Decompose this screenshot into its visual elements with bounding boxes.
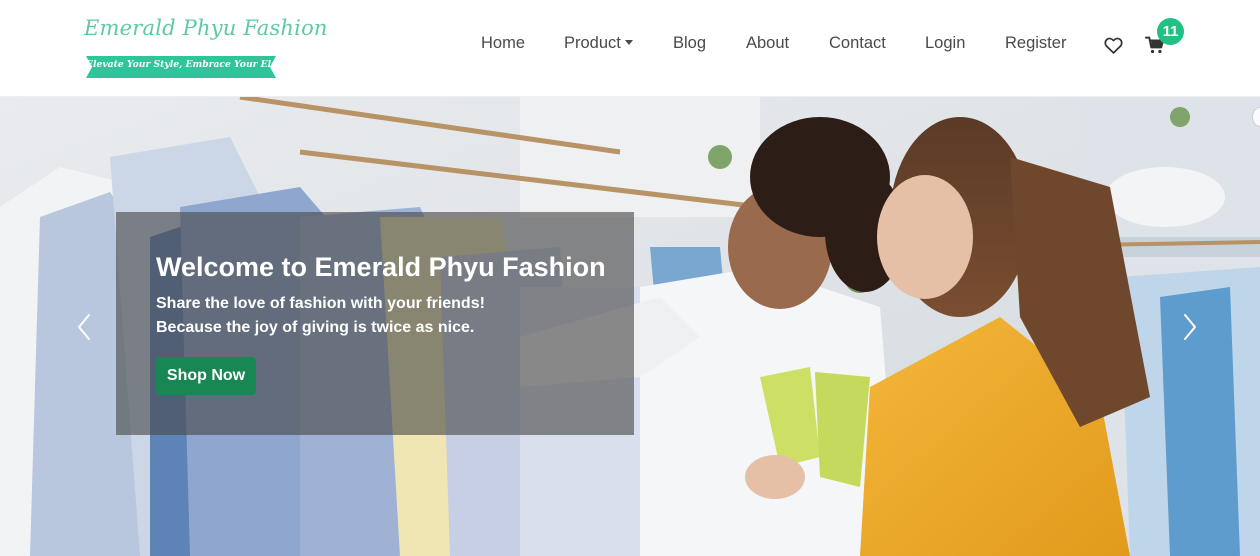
nav-login[interactable]: Login (925, 34, 965, 53)
nav-blog[interactable]: Blog (673, 34, 706, 53)
nav-register[interactable]: Register (1005, 34, 1066, 53)
shop-now-button[interactable]: Shop Now (156, 357, 256, 395)
nav-product[interactable]: Product (564, 34, 633, 53)
caret-down-icon (624, 39, 633, 45)
nav-product-label: Product (564, 34, 621, 52)
wishlist-button[interactable] (1104, 37, 1123, 59)
hero-carousel: Welcome to Emerald Phyu Fashion Share th… (0, 97, 1260, 556)
carousel-prev[interactable] (72, 311, 96, 343)
brand-tagline: Elevate Your Style, Embrace Your Eleganc… (86, 59, 308, 70)
hero-subtitle-line2: Because the joy of giving is twice as ni… (156, 319, 475, 336)
hero-caption: Welcome to Emerald Phyu Fashion Share th… (116, 212, 634, 435)
nav-about[interactable]: About (746, 34, 789, 53)
hero-title: Welcome to Emerald Phyu Fashion (156, 252, 606, 282)
brand-logo[interactable]: Emerald Phyu Fashion Elevate Your Style,… (84, 16, 328, 82)
heart-icon (1104, 37, 1123, 54)
nav-home[interactable]: Home (481, 34, 525, 53)
cart-count-badge: 11 (1157, 18, 1184, 45)
chevron-left-icon (78, 314, 90, 340)
brand-name: Emerald Phyu Fashion (84, 16, 328, 40)
hero-subtitle-line1: Share the love of fashion with your frie… (156, 295, 485, 312)
tagline-ribbon: Elevate Your Style, Embrace Your Eleganc… (86, 56, 308, 78)
site-header: Emerald Phyu Fashion Elevate Your Style,… (0, 0, 1260, 97)
carousel-next[interactable] (1178, 311, 1202, 343)
chevron-right-icon (1184, 314, 1196, 340)
nav-contact[interactable]: Contact (829, 34, 886, 53)
